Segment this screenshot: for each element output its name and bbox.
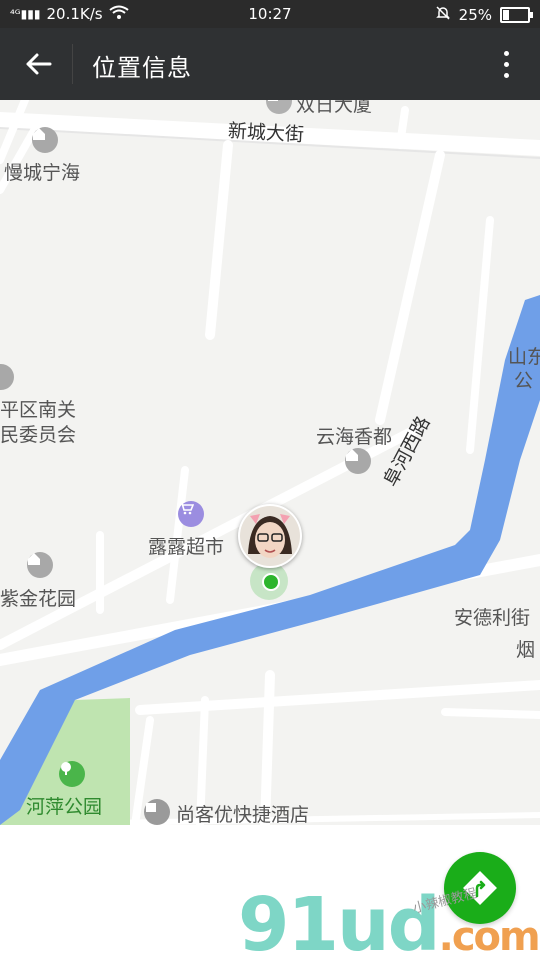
hotel-icon [144, 799, 170, 825]
current-location-dot [262, 573, 280, 591]
mute-icon [435, 5, 451, 25]
home-icon [345, 448, 371, 474]
back-button[interactable] [18, 46, 58, 82]
park-label: 河萍公园 [26, 796, 103, 818]
battery-icon [500, 7, 533, 23]
shopping-cart-icon [178, 501, 204, 527]
map-canvas [0, 100, 540, 825]
battery-percent: 25% [458, 6, 492, 24]
arrow-left-icon [26, 53, 52, 75]
map-label: 烟 [516, 639, 536, 661]
more-dot-icon [503, 72, 509, 78]
map-label: 紫金花园 [0, 588, 77, 610]
map-label: 尚客优快捷酒店 [176, 804, 310, 825]
map-label: 公 [514, 370, 534, 392]
user-avatar-marker[interactable] [238, 504, 302, 568]
watermark-logo: 91ud.com [238, 888, 540, 962]
page-title: 位置信息 [92, 54, 192, 82]
map-label: 平区南关 [0, 399, 77, 421]
watermark-main: 91ud [238, 882, 441, 968]
map-label: 民委员会 [0, 424, 77, 446]
map-label: 安德利街 [454, 607, 531, 629]
map-label: 山东 [508, 346, 540, 368]
map-label: 双日大厦 [296, 100, 373, 116]
more-dot-icon [503, 50, 509, 56]
watermark-tld: .com [438, 914, 540, 960]
map-label: 慢城宁海 [4, 162, 81, 184]
status-bar: ⁴ᴳ▮▮▮ 20.1K/s 10:27 25% [0, 0, 540, 28]
home-icon [27, 552, 53, 578]
map-label: 露露超市 [148, 536, 225, 558]
park-tree-icon [59, 761, 85, 787]
map-view[interactable]: 双日大厦 新城大街 慢城宁海 山东 公 平区南关 民委员会 云海香都 阜河西路 … [0, 100, 540, 825]
avatar [240, 506, 300, 566]
home-icon [32, 127, 58, 153]
map-label: 云海香都 [316, 426, 393, 448]
street-label: 新城大街 [227, 120, 305, 146]
more-options-button[interactable] [492, 44, 520, 84]
more-dot-icon [503, 61, 509, 67]
app-bar: 位置信息 [0, 28, 540, 100]
header-divider [72, 44, 73, 84]
